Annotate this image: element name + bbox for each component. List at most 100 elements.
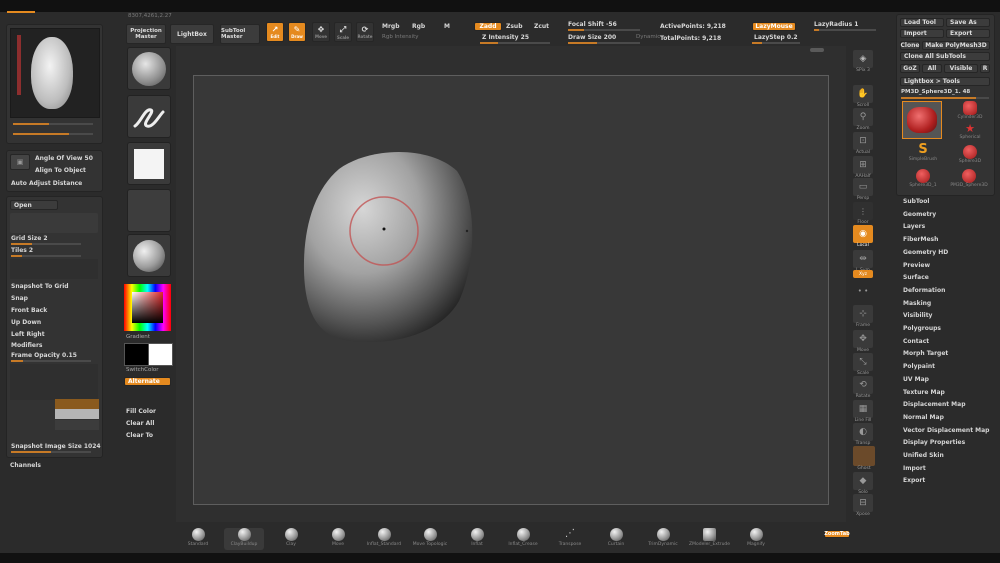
navigator-slider-2[interactable]: [13, 133, 93, 135]
subpalette-vector-displacement-map[interactable]: Vector Displacement Map: [903, 427, 989, 434]
lsym-button[interactable]: ⇹L.Sym: [853, 250, 873, 273]
snapshot-to-grid-button[interactable]: Snapshot To Grid: [11, 283, 69, 290]
subtool-master-button[interactable]: SubTool Master: [220, 24, 260, 44]
tool-cylinder3d[interactable]: Cylinder3D: [955, 101, 985, 120]
grid-size-slider[interactable]: Grid Size 2: [11, 235, 48, 242]
shelf-brush-zmodeler-extrude[interactable]: ZModeler_Extrude: [689, 528, 730, 550]
solo-button[interactable]: ◆ Solo: [853, 472, 873, 495]
modifiers-header[interactable]: Modifiers: [11, 342, 43, 349]
spix-button[interactable]: ◈ SPix 3: [853, 50, 873, 73]
subpalette-layers[interactable]: Layers: [903, 223, 925, 230]
front-back-toggle[interactable]: Front Back: [11, 307, 47, 314]
subpalette-normal-map[interactable]: Normal Map: [903, 414, 944, 421]
secondary-color-swatch[interactable]: [148, 343, 173, 366]
navigator-preview[interactable]: [10, 28, 100, 118]
subpalette-display-properties[interactable]: Display Properties: [903, 439, 965, 446]
shelf-brush-magnify[interactable]: Magnify: [736, 528, 776, 550]
brush-thumbnail[interactable]: [127, 47, 171, 90]
shelf-brush-inflat-crease[interactable]: Inflat_Crease: [503, 528, 543, 550]
lightbox-tools-button[interactable]: Lightbox > Tools: [900, 77, 990, 86]
color-swatch-dark[interactable]: [55, 420, 99, 430]
subpalette-import[interactable]: Import: [903, 465, 926, 472]
actual-button[interactable]: ⊡ Actual: [853, 132, 873, 155]
align-to-object-button[interactable]: Align To Object: [35, 167, 86, 174]
z-intensity-slider[interactable]: Z Intensity 25: [482, 34, 529, 41]
snapshot-image-size-slider[interactable]: Snapshot Image Size 1024: [11, 443, 101, 450]
sculpt-mesh[interactable]: [299, 141, 479, 351]
persp-view-button[interactable]: ▣: [10, 154, 30, 170]
scale-button[interactable]: ⤢ Scale: [334, 22, 352, 42]
subpalette-polygroups[interactable]: Polygroups: [903, 325, 941, 332]
fill-color-button[interactable]: Fill Color: [126, 408, 156, 415]
all-button[interactable]: All: [922, 64, 942, 73]
current-tool-track[interactable]: [901, 97, 989, 99]
texture-thumbnail[interactable]: [127, 189, 171, 232]
shelf-brush-claybuildup[interactable]: ClayBuildup: [224, 528, 264, 550]
open-button[interactable]: Open: [10, 200, 58, 210]
subpalette-polypaint[interactable]: Polypaint: [903, 363, 935, 370]
lazyradius-slider[interactable]: LazyRadius 1: [814, 21, 858, 28]
move-view-button[interactable]: ✥ Move: [853, 330, 873, 353]
canvas-frame[interactable]: [193, 75, 829, 505]
shelf-brush-trimdynamic[interactable]: TrimDynamic: [643, 528, 683, 550]
rotate-view-button[interactable]: ⟲ Rotate: [853, 376, 873, 399]
goz-button[interactable]: GoZ: [900, 64, 920, 73]
draw-size-track[interactable]: [568, 42, 640, 44]
xpose-button[interactable]: ⊟ Xpose: [853, 494, 873, 517]
ghost-button[interactable]: Ghost: [853, 446, 875, 471]
snapshot-image-size-track[interactable]: [11, 451, 91, 453]
xyz-button[interactable]: Xyz: [853, 270, 873, 278]
material-thumbnail[interactable]: [127, 234, 171, 277]
main-color-swatch[interactable]: [124, 343, 149, 366]
channels-header[interactable]: Channels: [10, 462, 41, 469]
export-button[interactable]: Export: [946, 29, 990, 38]
tiles-track[interactable]: [11, 255, 81, 257]
current-tool-slider[interactable]: PM3D_Sphere3D_1. 48: [901, 89, 970, 95]
shelf-brush-clay[interactable]: Clay: [271, 528, 311, 550]
local-button[interactable]: ◉ Local: [853, 225, 873, 248]
z-intensity-track[interactable]: [480, 42, 550, 44]
subpalette-masking[interactable]: Masking: [903, 300, 931, 307]
clone-button[interactable]: Clone: [900, 41, 920, 50]
subpalette-morph-target[interactable]: Morph Target: [903, 350, 948, 357]
lazystep-track[interactable]: [752, 42, 800, 44]
rotate-button[interactable]: ⟳ Rotate: [356, 22, 374, 42]
frame-opacity-track[interactable]: [11, 360, 91, 362]
tiles-slider[interactable]: Tiles 2: [11, 247, 33, 254]
clone-all-subtools-button[interactable]: Clone All SubTools: [900, 52, 990, 61]
zcut-toggle[interactable]: Zcut: [534, 23, 549, 30]
lazystep-slider[interactable]: LazyStep 0.2: [754, 34, 798, 41]
color-picker[interactable]: [124, 284, 171, 331]
tool-pm3d-sphere3d[interactable]: PM3D_Sphere3D: [949, 169, 989, 188]
grid-options-block[interactable]: [10, 213, 98, 233]
focal-shift-slider[interactable]: Focal Shift -56: [568, 21, 617, 28]
line-fill-button[interactable]: ▦ Line Fill: [853, 400, 873, 423]
subpalette-geometry-hd[interactable]: Geometry HD: [903, 249, 948, 256]
transp-button[interactable]: ◐ Transp: [853, 423, 873, 446]
subpalette-export[interactable]: Export: [903, 477, 925, 484]
rotate-axis-buttons[interactable]: • •: [853, 282, 873, 300]
color-swatch-gray[interactable]: [55, 409, 99, 419]
tool-spherical[interactable]: ★ Spherical: [955, 123, 985, 141]
load-tool-button[interactable]: Load Tool: [900, 18, 944, 27]
current-tool-thumbnail[interactable]: [902, 101, 942, 139]
persp-button[interactable]: ▭ Persp: [853, 178, 873, 201]
subpalette-geometry[interactable]: Geometry: [903, 211, 936, 218]
switchcolor-button[interactable]: SwitchColor: [126, 367, 159, 373]
lightbox-button[interactable]: LightBox: [170, 24, 214, 44]
lazyradius-track[interactable]: [814, 29, 876, 31]
shelf-brush-move[interactable]: Move: [318, 528, 358, 550]
edit-button[interactable]: ↗ Edit: [266, 22, 284, 42]
frame-opacity-slider[interactable]: Frame Opacity 0.15: [11, 352, 77, 359]
visible-button[interactable]: Visible: [944, 64, 978, 73]
scale-view-button[interactable]: ⤡ Scale: [853, 353, 873, 376]
shelf-brush-move-topologic[interactable]: Move Topologic: [410, 528, 450, 550]
canvas-scroll-handle[interactable]: [810, 48, 824, 52]
subpalette-displacement-map[interactable]: Displacement Map: [903, 401, 966, 408]
projection-master-button[interactable]: Projection Master: [126, 24, 166, 44]
navigator-slider-1[interactable]: [13, 123, 93, 125]
stroke-thumbnail[interactable]: [127, 95, 171, 138]
gradient-label[interactable]: Gradient: [126, 334, 150, 340]
subpalette-visibility[interactable]: Visibility: [903, 312, 932, 319]
clear-all-button[interactable]: Clear All: [126, 420, 154, 427]
